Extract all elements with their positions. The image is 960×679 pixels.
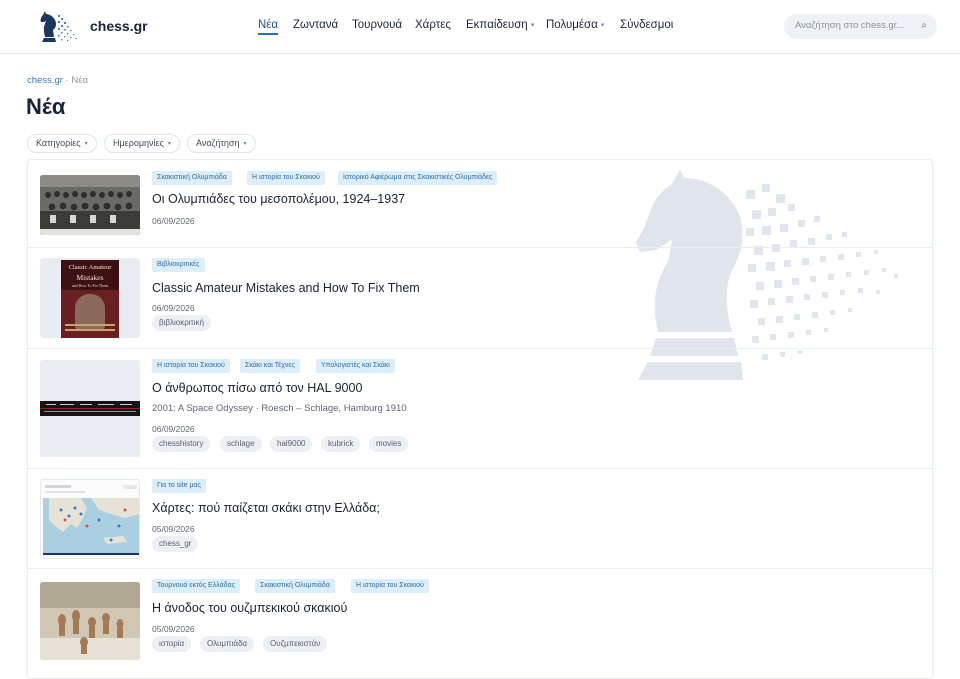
tag-chip[interactable]: kubrick	[321, 436, 361, 452]
chevron-down-icon: ▾	[84, 141, 88, 147]
category-badge[interactable]: Τουρνουά εκτός Ελλάδας	[152, 579, 240, 593]
article-thumbnail[interactable]	[40, 360, 140, 457]
nav-item-tournaments[interactable]: Τουρνουά	[352, 19, 402, 31]
article-date: 06/09/2026	[152, 303, 195, 313]
article-title[interactable]: Η άνοδος του ουζμπεκικού σκακιού	[152, 601, 347, 615]
article-item[interactable]: Classic Amateur Mistakes and How To Fix …	[28, 248, 932, 349]
book-cover-image: Classic Amateur Mistakes and How To Fix …	[61, 260, 119, 338]
tag-chip[interactable]: βιβλιοκριτική	[152, 315, 211, 331]
breadcrumb-current: Νέα	[71, 75, 88, 86]
nav-item-multimedia[interactable]: Πολυμέσα ▾	[546, 19, 604, 31]
article-subtitle: 2001: A Space Odyssey · Roesch – Schlage…	[152, 403, 407, 414]
chevron-down-icon: ▾	[600, 22, 605, 29]
category-badge[interactable]: Βιβλιοκριτικές	[152, 258, 205, 272]
article-item[interactable]: Τουρνουά εκτός Ελλάδας Σκακιστική Ολυμπι…	[28, 569, 932, 678]
hal-film-still-image	[40, 360, 140, 457]
tag-chip[interactable]: hal9000	[270, 436, 313, 452]
news-list: Σκακιστική Ολυμπιάδα Η ιστορία του Σκακι…	[27, 159, 933, 679]
search-icon[interactable]: ⌕	[921, 20, 927, 31]
article-item[interactable]: Η ιστορία του Σκακιού Σκάκι και Τέχνες Υ…	[28, 349, 932, 469]
greece-map-screenshot-image	[41, 480, 139, 558]
nav-item-links[interactable]: Σύνδεσμοι	[620, 19, 673, 31]
chevron-down-icon: ▾	[530, 22, 535, 29]
tag-chip[interactable]: movies	[369, 436, 409, 452]
chess-pieces-photo-image	[40, 582, 140, 660]
article-item[interactable]: Για το site μας Χάρτες: πού παίζεται σκά…	[28, 469, 932, 569]
article-thumbnail[interactable]	[40, 582, 140, 660]
chevron-down-icon: ▾	[167, 141, 171, 147]
knight-logo-icon[interactable]	[38, 10, 80, 44]
tag-chip[interactable]: chess_gr	[152, 536, 199, 552]
tag-chip[interactable]: Ολυμπιάδα	[200, 636, 255, 652]
breadcrumb-separator: ·	[65, 75, 69, 86]
nav-item-news[interactable]: Νέα	[258, 19, 279, 35]
category-badge[interactable]: Σκακιστική Ολυμπιάδα	[152, 171, 232, 185]
search-input[interactable]: Αναζήτηση στο chess.gr...	[795, 20, 904, 31]
chevron-down-icon: ▾	[243, 141, 247, 147]
article-date: 05/09/2026	[152, 624, 195, 634]
category-badge[interactable]: Για το site μας	[152, 479, 206, 493]
tag-chip[interactable]: ιστορία	[152, 636, 192, 652]
search-box[interactable]: Αναζήτηση στο chess.gr... ⌕	[784, 14, 937, 39]
article-title[interactable]: Οι Ολυμπιάδες του μεσοπολέμου, 1924–1937	[152, 192, 405, 206]
article-thumbnail[interactable]	[40, 479, 140, 559]
category-badge[interactable]: Η ιστορία του Σκακιού	[247, 171, 325, 185]
filter-categories-button[interactable]: Κατηγορίες ▾	[27, 134, 97, 153]
tag-chip[interactable]: chesshistory	[152, 436, 211, 452]
article-item[interactable]: Σκακιστική Ολυμπιάδα Η ιστορία του Σκακι…	[28, 160, 932, 248]
nav-item-education[interactable]: Εκπαίδευση ▾	[466, 19, 534, 31]
site-header: chess.gr Νέα Ζωντανά Τουρνουά Χάρτες Εκπ…	[0, 0, 960, 54]
category-badge[interactable]: Σκακιστική Ολυμπιάδα	[255, 579, 335, 593]
article-date: 06/09/2026	[152, 424, 195, 434]
breadcrumb: chess.gr · Νέα	[27, 75, 88, 86]
tag-chip[interactable]: Ουζμπεκιστάν	[263, 636, 328, 652]
filter-dates-button[interactable]: Ημερομηνίες ▾	[104, 134, 180, 153]
site-brand[interactable]: chess.gr	[90, 18, 148, 34]
article-date: 06/09/2026	[152, 216, 195, 226]
page-title: Νέα	[26, 94, 66, 119]
nav-item-live[interactable]: Ζωντανά	[293, 19, 338, 31]
article-thumbnail[interactable]: Classic Amateur Mistakes and How To Fix …	[40, 258, 140, 338]
category-badge[interactable]: Υπολογιστές και Σκάκι	[316, 359, 395, 373]
article-title[interactable]: Ο άνθρωπος πίσω από τον HAL 9000	[152, 381, 362, 395]
nav-item-maps[interactable]: Χάρτες	[415, 19, 451, 31]
category-badge[interactable]: Η ιστορία του Σκακιού	[152, 359, 230, 373]
category-badge[interactable]: Σκάκι και Τέχνες	[240, 359, 300, 373]
breadcrumb-home-link[interactable]: chess.gr	[27, 75, 63, 86]
filter-search-button[interactable]: Αναζήτηση ▾	[187, 134, 256, 153]
article-title[interactable]: Classic Amateur Mistakes and How To Fix …	[152, 281, 420, 295]
article-thumbnail[interactable]	[40, 175, 140, 235]
article-title[interactable]: Χάρτες: πού παίζεται σκάκι στην Ελλάδα;	[152, 501, 380, 515]
group-photo-image	[40, 175, 140, 235]
tag-chip[interactable]: schlage	[220, 436, 262, 452]
category-badge[interactable]: Ιστορικό Αφιέρωμα στις Σκακιστικές Ολυμπ…	[338, 171, 498, 185]
category-badge[interactable]: Η ιστορία του Σκακιού	[351, 579, 429, 593]
article-date: 05/09/2026	[152, 524, 195, 534]
